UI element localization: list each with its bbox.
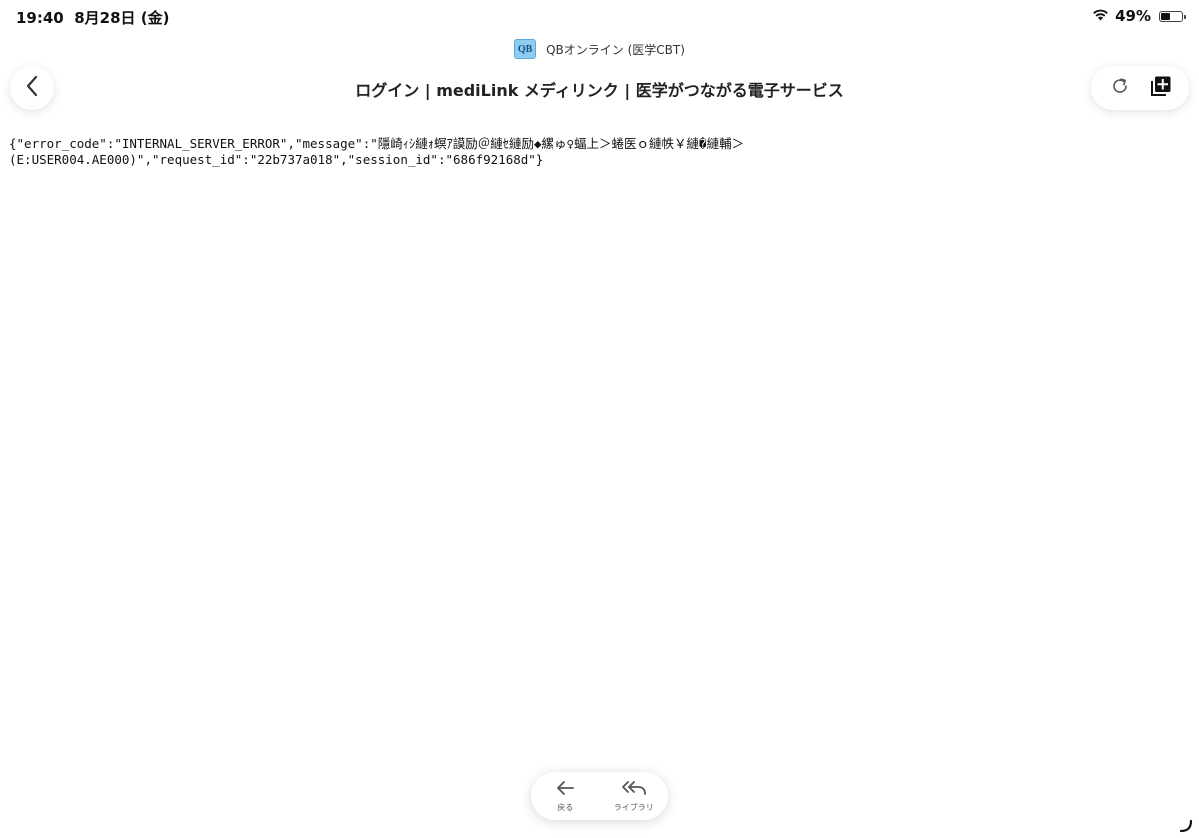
site-info: QB QBオンライン (医学CBT) [0, 39, 1199, 59]
add-to-collection-button[interactable] [1146, 73, 1176, 103]
status-time-date: 19:40 8月28日 (金) [16, 7, 169, 28]
reload-button[interactable] [1105, 73, 1135, 103]
nav-back-button[interactable] [10, 66, 54, 110]
bottom-toolbar: 戻る ライブラリ [531, 772, 668, 820]
wifi-icon [1092, 7, 1109, 25]
status-bar: 19:40 8月28日 (金) 49% [0, 0, 1199, 32]
toolbar-back-button[interactable]: 戻る [535, 780, 595, 813]
toolbar-library-label: ライブラリ [613, 802, 654, 812]
battery-percent: 49% [1115, 7, 1151, 25]
chevron-left-icon [25, 75, 39, 101]
page-actions [1091, 66, 1189, 110]
add-to-collection-icon [1150, 75, 1172, 101]
corner-resize-icon [1179, 818, 1193, 833]
toolbar-back-label: 戻る [557, 802, 574, 812]
status-time: 19:40 [16, 9, 64, 27]
reply-all-icon [621, 780, 647, 800]
site-name: QBオンライン (医学CBT) [546, 42, 685, 57]
status-date: 8月28日 (金) [74, 9, 170, 27]
reload-icon [1110, 76, 1130, 100]
page-body-text: {"error_code":"INTERNAL_SERVER_ERROR","m… [9, 136, 745, 167]
arrow-left-icon [555, 780, 575, 800]
page-title: ログイン | mediLink メディリンク | 医学がつながる電子サービス [355, 81, 844, 100]
status-indicators: 49% [1092, 7, 1186, 25]
site-favicon: QB [514, 39, 537, 59]
battery-fill [1161, 12, 1171, 20]
toolbar-library-button[interactable]: ライブラリ [604, 780, 664, 813]
battery-icon [1159, 10, 1186, 22]
